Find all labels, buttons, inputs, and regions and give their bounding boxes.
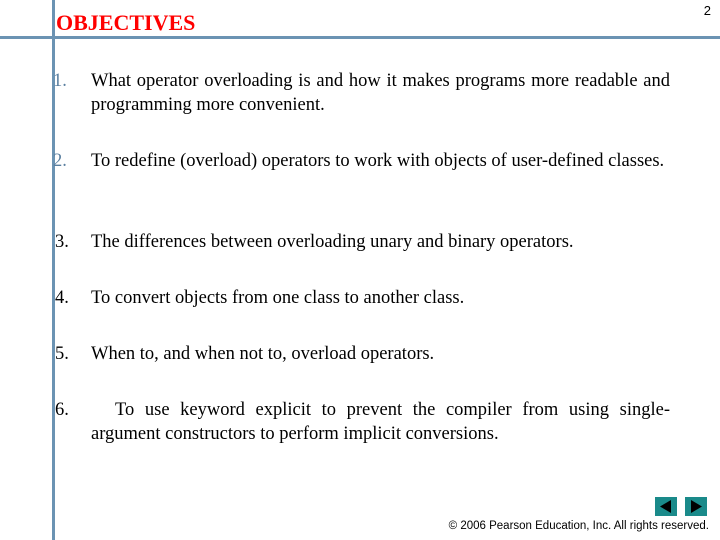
objective-text: When to, and when not to, overload opera…: [91, 344, 435, 364]
objective-text: To convert objects from one class to ano…: [91, 288, 465, 308]
triangle-right-icon: [691, 500, 702, 513]
objective-number: 5.: [55, 344, 69, 364]
slide-number: 2: [703, 3, 711, 18]
objective-number: 4.: [55, 288, 69, 308]
objective-text: To use keyword explicit to prevent the c…: [91, 400, 670, 444]
objective-number: 6.: [55, 400, 69, 420]
next-slide-button[interactable]: [685, 497, 707, 516]
horizontal-rule: [0, 36, 720, 39]
objective-number: 2.: [53, 151, 67, 171]
triangle-left-icon: [660, 500, 671, 513]
objective-text: To redefine (overload) operators to work…: [91, 151, 665, 171]
copyright-notice: © 2006 Pearson Education, Inc. All right…: [448, 520, 709, 532]
objective-number: 1.: [53, 71, 67, 91]
previous-slide-button[interactable]: [655, 497, 677, 516]
objective-number: 3.: [55, 232, 69, 252]
objective-text: What operator overloading is and how it …: [91, 71, 670, 115]
slide-title: OBJECTIVES: [56, 10, 196, 35]
objective-text: The differences between overloading unar…: [91, 232, 574, 252]
